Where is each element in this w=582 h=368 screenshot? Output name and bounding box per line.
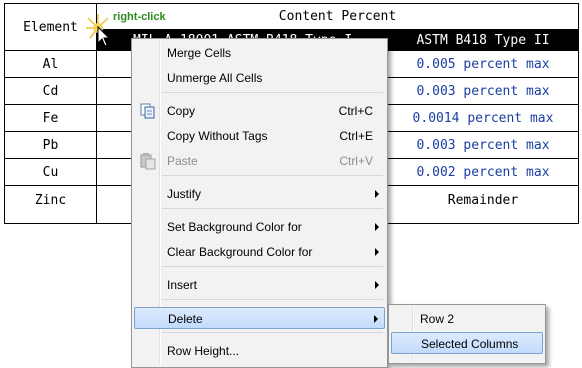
cell-value[interactable]: 0.003 percent max bbox=[388, 132, 578, 158]
cell-value[interactable]: Remainder bbox=[388, 186, 578, 216]
menu-item-label: Row Height... bbox=[167, 344, 240, 358]
menu-item-label: Row 2 bbox=[420, 312, 455, 326]
cell-element[interactable]: Al bbox=[5, 51, 96, 77]
menu-item-delete[interactable]: Delete bbox=[134, 307, 385, 329]
menu-separator bbox=[162, 299, 383, 300]
header-type-ii[interactable]: ASTM B418 Type II bbox=[388, 30, 578, 50]
menu-item-copy-without-tags[interactable]: Copy Without Tags Ctrl+E bbox=[134, 125, 385, 147]
menu-shortcut: Ctrl+C bbox=[338, 104, 373, 118]
menu-item-unmerge-all[interactable]: Unmerge All Cells bbox=[134, 67, 385, 89]
submenu-arrow-icon bbox=[375, 223, 379, 231]
menu-item-set-background[interactable]: Set Background Color for bbox=[134, 216, 385, 238]
menu-item-insert[interactable]: Insert bbox=[134, 274, 385, 296]
paste-icon bbox=[140, 153, 156, 170]
submenu-item-row-2[interactable]: Row 2 bbox=[391, 308, 543, 330]
menu-item-clear-background[interactable]: Clear Background Color for bbox=[134, 241, 385, 263]
menu-item-merge-cells[interactable]: Merge Cells bbox=[134, 42, 385, 64]
header-element[interactable]: Element bbox=[5, 4, 96, 50]
menu-separator bbox=[162, 332, 383, 333]
header-content-percent[interactable]: Content Percent bbox=[97, 4, 578, 29]
cell-element[interactable]: Cu bbox=[5, 159, 96, 185]
menu-item-label: Paste bbox=[167, 154, 198, 168]
submenu-arrow-icon bbox=[375, 190, 379, 198]
cell-value[interactable]: 0.002 percent max bbox=[388, 159, 578, 185]
menu-shortcut: Ctrl+E bbox=[339, 129, 373, 143]
menu-item-label: Selected Columns bbox=[421, 337, 519, 351]
menu-separator bbox=[162, 266, 383, 267]
menu-separator bbox=[162, 208, 383, 209]
menu-item-copy[interactable]: Copy Ctrl+C bbox=[134, 100, 385, 122]
menu-separator bbox=[162, 92, 383, 93]
menu-item-label: Clear Background Color for bbox=[167, 245, 313, 259]
menu-item-label: Set Background Color for bbox=[167, 220, 302, 234]
menu-item-label: Merge Cells bbox=[167, 46, 232, 60]
menu-item-label: Unmerge All Cells bbox=[167, 71, 263, 85]
menu-shortcut: Ctrl+V bbox=[339, 154, 373, 168]
menu-item-label: Copy Without Tags bbox=[167, 129, 268, 143]
delete-submenu: Row 2 Selected Columns bbox=[388, 304, 546, 364]
cell-value[interactable]: 0.003 percent max bbox=[388, 78, 578, 104]
submenu-arrow-icon bbox=[374, 315, 378, 323]
right-click-label: right-click bbox=[113, 11, 166, 23]
cell-element[interactable]: Pb bbox=[5, 132, 96, 158]
menu-item-label: Justify bbox=[167, 187, 202, 201]
submenu-arrow-icon bbox=[375, 248, 379, 256]
menu-item-label: Copy bbox=[167, 104, 196, 118]
submenu-arrow-icon bbox=[375, 281, 379, 289]
menu-item-label: Insert bbox=[167, 278, 198, 292]
menu-item-justify[interactable]: Justify bbox=[134, 183, 385, 205]
menu-item-paste[interactable]: Paste Ctrl+V bbox=[134, 150, 385, 172]
cell-element[interactable]: Cd bbox=[5, 78, 96, 104]
menu-separator bbox=[162, 175, 383, 176]
cell-element[interactable]: Fe bbox=[5, 105, 96, 131]
submenu-item-selected-columns[interactable]: Selected Columns bbox=[391, 332, 543, 354]
mouse-cursor-icon bbox=[97, 26, 111, 47]
copy-icon bbox=[140, 103, 155, 119]
context-menu: Merge Cells Unmerge All Cells Copy Ctrl+… bbox=[131, 38, 388, 368]
cell-value[interactable]: 0.005 percent max bbox=[388, 51, 578, 77]
cell-element[interactable]: Zinc bbox=[5, 186, 96, 216]
menu-item-label: Delete bbox=[168, 312, 203, 326]
cell-value[interactable]: 0.0014 percent max bbox=[388, 105, 578, 131]
